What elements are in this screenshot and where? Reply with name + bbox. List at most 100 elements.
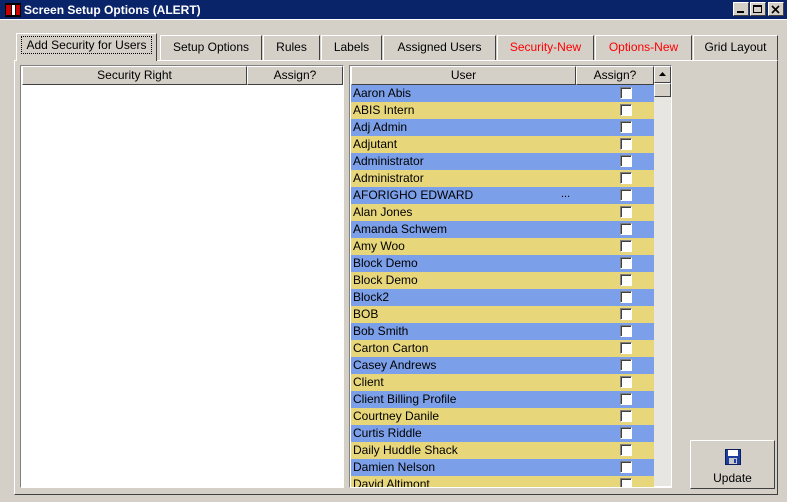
tab-security-new[interactable]: Security-New bbox=[497, 35, 594, 60]
assign-checkbox[interactable] bbox=[620, 410, 632, 422]
assign-checkbox[interactable] bbox=[620, 206, 632, 218]
update-button[interactable]: Update bbox=[690, 440, 775, 489]
ellipsis-button[interactable]: ... bbox=[561, 187, 570, 202]
scroll-thumb[interactable] bbox=[654, 83, 671, 97]
user-name-cell: Block Demo bbox=[353, 273, 418, 287]
window-title: Screen Setup Options (ALERT) bbox=[24, 3, 201, 17]
table-row[interactable]: Client bbox=[351, 374, 654, 391]
assign-checkbox[interactable] bbox=[620, 342, 632, 354]
table-row[interactable]: Bob Smith bbox=[351, 323, 654, 340]
floppy-disk-icon bbox=[725, 449, 741, 465]
column-header-assign[interactable]: Assign? bbox=[247, 66, 343, 85]
table-row[interactable]: David Altimont bbox=[351, 476, 654, 488]
tab-assigned-users[interactable]: Assigned Users bbox=[383, 35, 496, 60]
user-name-cell: Alan Jones bbox=[353, 205, 413, 219]
user-name-cell: Client bbox=[353, 375, 384, 389]
assign-checkbox[interactable] bbox=[620, 461, 632, 473]
table-row[interactable]: Daily Huddle Shack bbox=[351, 442, 654, 459]
assign-checkbox[interactable] bbox=[620, 138, 632, 150]
table-row[interactable]: Amy Woo bbox=[351, 238, 654, 255]
assign-checkbox[interactable] bbox=[620, 223, 632, 235]
tab-rules[interactable]: Rules bbox=[263, 35, 320, 60]
table-row[interactable]: Block2 bbox=[351, 289, 654, 306]
assign-checkbox[interactable] bbox=[620, 427, 632, 439]
scroll-up-button[interactable] bbox=[654, 66, 671, 83]
table-row[interactable]: Administrator bbox=[351, 170, 654, 187]
table-row[interactable]: Administrator bbox=[351, 153, 654, 170]
close-button[interactable] bbox=[768, 2, 784, 16]
maximize-button[interactable] bbox=[750, 2, 766, 16]
user-name-cell: Courtney Danile bbox=[353, 409, 440, 423]
vertical-scrollbar[interactable] bbox=[654, 66, 671, 486]
table-row[interactable]: Alan Jones bbox=[351, 204, 654, 221]
title-bar[interactable]: Screen Setup Options (ALERT) bbox=[0, 0, 787, 20]
close-icon bbox=[771, 5, 780, 14]
tab-options-new[interactable]: Options-New bbox=[595, 35, 692, 60]
column-header-user[interactable]: User bbox=[351, 66, 576, 85]
table-row[interactable]: Curtis Riddle bbox=[351, 425, 654, 442]
table-row[interactable]: Aaron Abis bbox=[351, 85, 654, 102]
table-row[interactable]: ABIS Intern bbox=[351, 102, 654, 119]
app-logo-icon bbox=[5, 3, 21, 17]
assign-checkbox[interactable] bbox=[620, 478, 632, 487]
table-row[interactable]: Adjutant bbox=[351, 136, 654, 153]
users-grid[interactable]: User Assign? Aaron Abis ABIS Intern Adj Ad… bbox=[349, 65, 672, 488]
user-name-cell: Client Billing Profile bbox=[353, 392, 457, 406]
assign-checkbox[interactable] bbox=[620, 325, 632, 337]
assign-checkbox[interactable] bbox=[620, 393, 632, 405]
minimize-button[interactable] bbox=[733, 2, 749, 16]
table-row[interactable]: Amanda Schwem bbox=[351, 221, 654, 238]
assign-checkbox[interactable] bbox=[620, 104, 632, 116]
security-rights-grid[interactable]: Security Right Assign? bbox=[20, 65, 344, 488]
user-name-cell: Bob Smith bbox=[353, 324, 409, 338]
tab-add-security-for-users[interactable]: Add Security for Users bbox=[16, 33, 157, 61]
user-name-cell: Block Demo bbox=[353, 256, 418, 270]
tab-setup-options[interactable]: Setup Options bbox=[160, 35, 262, 60]
user-name-cell: Amy Woo bbox=[353, 239, 405, 253]
user-name-cell: ABIS Intern bbox=[353, 103, 415, 117]
assign-checkbox[interactable] bbox=[620, 359, 632, 371]
assign-checkbox[interactable] bbox=[620, 257, 632, 269]
user-name-cell: Carton Carton bbox=[353, 341, 429, 355]
assign-checkbox[interactable] bbox=[620, 155, 632, 167]
column-header-user-assign[interactable]: Assign? bbox=[576, 66, 654, 85]
user-name-cell: Daily Huddle Shack bbox=[353, 443, 458, 457]
user-name-cell: Damien Nelson bbox=[353, 460, 436, 474]
arrow-up-icon bbox=[659, 72, 666, 76]
table-row[interactable]: Courtney Danile bbox=[351, 408, 654, 425]
assign-checkbox[interactable] bbox=[620, 274, 632, 286]
user-name-cell: Adj Admin bbox=[353, 120, 408, 134]
user-name-cell: Block2 bbox=[353, 290, 390, 304]
minimize-icon bbox=[737, 11, 744, 13]
table-row[interactable]: Adj Admin bbox=[351, 119, 654, 136]
column-header-security-right[interactable]: Security Right bbox=[22, 66, 247, 85]
assign-checkbox[interactable] bbox=[620, 189, 632, 201]
user-name-cell: Administrator bbox=[353, 171, 424, 185]
user-name-cell: AFORIGHO EDWARD bbox=[353, 188, 474, 202]
user-name-cell: Aaron Abis bbox=[353, 86, 412, 100]
table-row[interactable]: Casey Andrews bbox=[351, 357, 654, 374]
user-name-cell: Administrator bbox=[353, 154, 424, 168]
user-name-cell: Casey Andrews bbox=[353, 358, 437, 372]
maximize-icon bbox=[753, 5, 762, 13]
table-row[interactable]: AFORIGHO EDWARD... bbox=[351, 187, 654, 204]
user-name-cell: Curtis Riddle bbox=[353, 426, 422, 440]
assign-checkbox[interactable] bbox=[620, 444, 632, 456]
assign-checkbox[interactable] bbox=[620, 376, 632, 388]
assign-checkbox[interactable] bbox=[620, 172, 632, 184]
tab-grid-layout[interactable]: Grid Layout bbox=[693, 35, 778, 60]
table-row[interactable]: Carton Carton bbox=[351, 340, 654, 357]
table-row[interactable]: Client Billing Profile bbox=[351, 391, 654, 408]
assign-checkbox[interactable] bbox=[620, 121, 632, 133]
user-name-cell: David Altimont bbox=[353, 477, 430, 488]
table-row[interactable]: BOB bbox=[351, 306, 654, 323]
assign-checkbox[interactable] bbox=[620, 308, 632, 320]
assign-checkbox[interactable] bbox=[620, 87, 632, 99]
table-row[interactable]: Block Demo bbox=[351, 255, 654, 272]
table-row[interactable]: Block Demo bbox=[351, 272, 654, 289]
table-row[interactable]: Damien Nelson bbox=[351, 459, 654, 476]
tab-labels[interactable]: Labels bbox=[321, 35, 382, 60]
assign-checkbox[interactable] bbox=[620, 240, 632, 252]
user-name-cell: Adjutant bbox=[353, 137, 398, 151]
assign-checkbox[interactable] bbox=[620, 291, 632, 303]
